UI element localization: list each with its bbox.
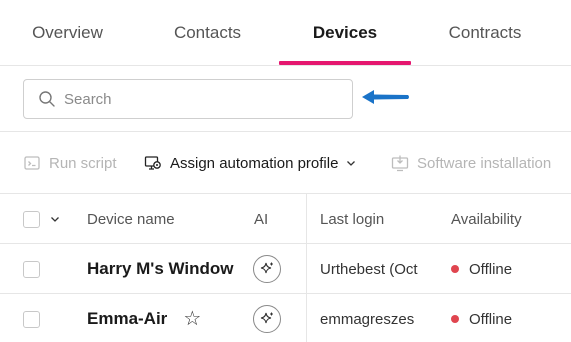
ai-assistant-button[interactable] xyxy=(253,255,281,283)
software-installation-label: Software installation xyxy=(417,154,552,172)
last-login-cell: Urthebest (Oct xyxy=(320,260,418,278)
row-select-cell xyxy=(23,244,40,294)
select-all-cell xyxy=(23,194,60,244)
tab-contacts[interactable]: Contacts xyxy=(140,0,275,66)
sparkle-icon xyxy=(260,312,273,324)
row-checkbox[interactable] xyxy=(23,310,40,328)
annotation-arrow-icon xyxy=(362,90,409,104)
tab-contracts[interactable]: Contracts xyxy=(416,0,554,66)
search-input[interactable] xyxy=(64,90,324,108)
chevron-down-icon xyxy=(347,161,356,166)
availability-cell: Offline xyxy=(451,294,512,342)
assign-automation-profile-label: Assign automation profile xyxy=(170,154,339,172)
select-all-checkbox[interactable] xyxy=(23,210,40,228)
table-row[interactable]: Emma-Air ☆ emmagreszes Offline xyxy=(0,294,571,342)
last-login-cell: emmagreszes xyxy=(320,310,415,328)
tab-bar: Overview Contacts Devices Contracts xyxy=(0,0,571,66)
table-header: Device name AI Last login Availability xyxy=(0,194,571,244)
row-checkbox[interactable] xyxy=(23,260,40,278)
software-install-icon xyxy=(391,155,409,172)
device-name-cell: Emma-Air ☆ xyxy=(87,294,201,342)
run-script-button[interactable]: Run script xyxy=(23,132,117,194)
tab-overview[interactable]: Overview xyxy=(0,0,135,66)
sparkle-icon xyxy=(260,262,273,274)
column-header-availability[interactable]: Availability xyxy=(451,194,522,244)
automation-profile-icon xyxy=(144,156,161,170)
column-header-last-login[interactable]: Last login xyxy=(320,194,384,244)
script-icon xyxy=(24,156,40,170)
availability-status: Offline xyxy=(469,260,513,278)
ai-cell xyxy=(253,294,281,342)
status-dot xyxy=(451,315,459,323)
status-dot xyxy=(451,265,459,273)
assign-automation-profile-button[interactable]: Assign automation profile xyxy=(144,132,356,194)
table-row[interactable]: Harry M's Window Urthebest (Oct Offline xyxy=(0,244,571,294)
row-select-cell xyxy=(23,294,40,342)
software-installation-button[interactable]: Software installation xyxy=(391,132,551,194)
active-tab-indicator xyxy=(279,61,411,65)
availability-status: Offline xyxy=(469,310,513,328)
device-name[interactable]: Emma-Air xyxy=(87,309,167,329)
search-box[interactable] xyxy=(23,79,353,119)
column-header-ai: AI xyxy=(254,210,269,228)
favorite-star-icon[interactable]: ☆ xyxy=(183,309,201,329)
search-row xyxy=(0,66,571,132)
run-script-label: Run script xyxy=(49,154,117,172)
devices-table: Device name AI Last login Availability H… xyxy=(0,194,571,342)
search-icon xyxy=(39,91,55,107)
tab-devices[interactable]: Devices xyxy=(279,0,411,66)
column-header-device-name[interactable]: Device name xyxy=(87,194,175,244)
device-name[interactable]: Harry M's Window xyxy=(87,259,234,279)
device-name-cell: Harry M's Window xyxy=(87,244,234,294)
ai-assistant-button[interactable] xyxy=(253,305,281,333)
device-actions-toolbar: Run script Assign automation profile Sof… xyxy=(0,132,571,194)
chevron-down-icon[interactable] xyxy=(50,214,60,224)
ai-cell xyxy=(253,244,281,294)
availability-cell: Offline xyxy=(451,244,512,294)
